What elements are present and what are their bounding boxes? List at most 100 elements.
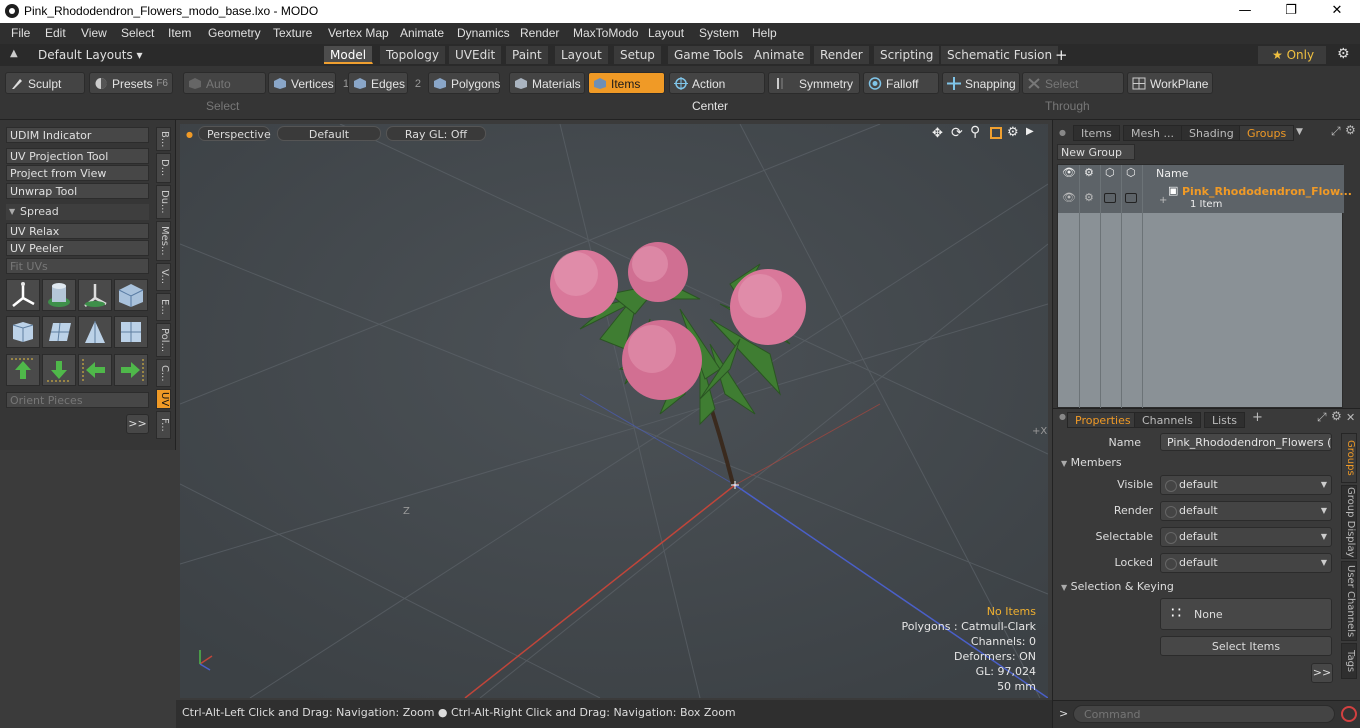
menu-render[interactable]: Render: [520, 26, 559, 40]
uv-fit-icon[interactable]: [114, 316, 148, 348]
spread-section[interactable]: ▼ Spread: [6, 204, 149, 220]
selectable-select[interactable]: default: [1160, 527, 1332, 547]
render-toggle-icon[interactable]: ⚙: [1084, 191, 1094, 204]
uv-box-icon[interactable]: [114, 279, 148, 311]
tab-channels[interactable]: Channels: [1134, 412, 1201, 428]
visibility-toggle-icon[interactable]: 👁: [1062, 191, 1076, 204]
presets-button[interactable]: Presets F6: [89, 72, 173, 94]
vtab-pol[interactable]: Pol...: [156, 323, 171, 357]
more-properties-button[interactable]: >>: [1311, 663, 1333, 683]
select-items-button[interactable]: Select Items: [1160, 636, 1332, 656]
tab-lists[interactable]: Lists: [1204, 412, 1245, 428]
fit-view-icon[interactable]: [990, 127, 1002, 139]
tab-model[interactable]: Model: [324, 46, 374, 64]
props-close-icon[interactable]: ✕: [1346, 411, 1355, 424]
align-right-icon[interactable]: [114, 354, 148, 386]
uv-grid-icon[interactable]: [42, 316, 76, 348]
vtab-b[interactable]: B...: [156, 127, 171, 151]
tab-shading[interactable]: Shading: [1181, 125, 1242, 141]
workplane-button[interactable]: WorkPlane: [1127, 72, 1213, 94]
only-toggle[interactable]: ★ Only: [1258, 46, 1326, 64]
project-from-view-button[interactable]: Project from View: [6, 165, 149, 181]
tab-mesh[interactable]: Mesh ...: [1123, 125, 1182, 141]
eye-column-icon[interactable]: 👁: [1062, 166, 1076, 179]
shading-dropdown[interactable]: Default: [277, 126, 381, 141]
menu-dynamics[interactable]: Dynamics: [457, 26, 510, 40]
record-icon[interactable]: [1341, 706, 1357, 722]
unwrap-tool-button[interactable]: Unwrap Tool: [6, 183, 149, 199]
tab-paint[interactable]: Paint: [506, 46, 549, 64]
uv-projection-button[interactable]: UV Projection Tool: [6, 148, 149, 164]
expand-panel-icon[interactable]: ⤢: [1331, 124, 1341, 139]
add-tab-button[interactable]: +: [1055, 46, 1068, 64]
viewport-expand-icon[interactable]: ▶: [1026, 126, 1034, 137]
tab-animate[interactable]: Animate: [748, 46, 812, 64]
vtab-user-channels[interactable]: User Channels: [1341, 561, 1357, 641]
fit-uvs-button[interactable]: Fit UVs: [6, 258, 149, 274]
menu-file[interactable]: File: [11, 26, 30, 40]
uv-move-icon[interactable]: [78, 279, 112, 311]
polygons-button[interactable]: Polygons: [428, 72, 500, 94]
maximize-button[interactable]: ❐: [1268, 0, 1314, 23]
layouts-dropdown[interactable]: Default Layouts ▾: [38, 48, 143, 62]
uv-relax-button[interactable]: UV Relax: [6, 223, 149, 239]
vtab-uv[interactable]: UV: [156, 389, 171, 409]
tab-topology[interactable]: Topology: [380, 46, 446, 64]
select-toggle-checkbox[interactable]: [1125, 193, 1137, 203]
uv-plane-icon[interactable]: [78, 316, 112, 348]
panel-gear-icon[interactable]: ⚙: [1345, 123, 1356, 137]
vtab-group-display[interactable]: Group Display: [1341, 485, 1357, 559]
perspective-dropdown[interactable]: Perspective: [198, 126, 271, 141]
menu-layout[interactable]: Layout: [648, 26, 684, 40]
close-button[interactable]: ✕: [1314, 0, 1360, 23]
tab-render[interactable]: Render: [814, 46, 870, 64]
auto-select-button[interactable]: Auto Select: [183, 72, 266, 113]
minimize-button[interactable]: —: [1222, 0, 1268, 23]
vtab-tags[interactable]: Tags: [1341, 643, 1357, 679]
key-selection-button[interactable]: ∷ None: [1160, 598, 1332, 630]
materials-button[interactable]: Materials: [509, 72, 585, 94]
name-column-header[interactable]: Name: [1156, 167, 1188, 180]
tab-scripting[interactable]: Scripting: [874, 46, 941, 64]
align-down-icon[interactable]: [42, 354, 76, 386]
sculpt-button[interactable]: Sculpt: [5, 72, 85, 94]
viewport-menu-dot-icon[interactable]: ●: [186, 130, 193, 139]
rotate-icon[interactable]: ⟳: [951, 125, 963, 141]
align-left-icon[interactable]: [78, 354, 112, 386]
tab-setup[interactable]: Setup: [614, 46, 662, 64]
command-input[interactable]: [1073, 705, 1335, 723]
tab-properties[interactable]: Properties: [1067, 412, 1139, 428]
vertices-button[interactable]: Vertices 1: [268, 72, 349, 94]
props-gear-icon[interactable]: ⚙: [1331, 409, 1342, 423]
render-column-icon[interactable]: ⚙: [1084, 166, 1094, 179]
name-field[interactable]: Pink_Rhododendron_Flowers (2): [1160, 433, 1332, 451]
collapse-icon[interactable]: ▲: [10, 48, 18, 59]
props-menu-dot-icon[interactable]: ●: [1059, 412, 1066, 421]
tab-game-tools[interactable]: Game Tools: [668, 46, 751, 64]
vtab-mesh[interactable]: Mes...: [156, 221, 171, 261]
vtab-v[interactable]: V...: [156, 263, 171, 291]
vtab-f[interactable]: F...: [156, 411, 171, 439]
tab-uvedit[interactable]: UVEdit: [449, 46, 503, 64]
select-column-icon[interactable]: ⬡: [1126, 166, 1136, 179]
uv-cylinder-icon[interactable]: [42, 279, 76, 311]
tab-items[interactable]: Items: [1073, 125, 1120, 141]
render-select[interactable]: default: [1160, 501, 1332, 521]
selection-keying-section[interactable]: ▼ Selection & Keying: [1061, 580, 1174, 593]
falloff-button[interactable]: Falloff: [863, 72, 939, 94]
new-group-button[interactable]: New Group: [1057, 144, 1135, 160]
vtab-du[interactable]: Du...: [156, 185, 171, 219]
vtab-d[interactable]: D...: [156, 153, 171, 183]
pan-icon[interactable]: ✥: [932, 126, 943, 141]
members-section[interactable]: ▼ Members: [1061, 456, 1122, 469]
items-button[interactable]: Items: [588, 72, 665, 94]
menu-select[interactable]: Select: [121, 26, 154, 40]
raygl-dropdown[interactable]: Ray GL: Off: [386, 126, 486, 141]
action-center-button[interactable]: Action Center: [669, 72, 765, 113]
menu-geometry[interactable]: Geometry: [208, 26, 261, 40]
gear-icon[interactable]: ⚙: [1337, 46, 1350, 62]
add-tab-icon[interactable]: +: [1252, 410, 1263, 425]
vtab-e[interactable]: E...: [156, 293, 171, 321]
tab-layout[interactable]: Layout: [555, 46, 609, 64]
menu-item[interactable]: Item: [168, 26, 191, 40]
